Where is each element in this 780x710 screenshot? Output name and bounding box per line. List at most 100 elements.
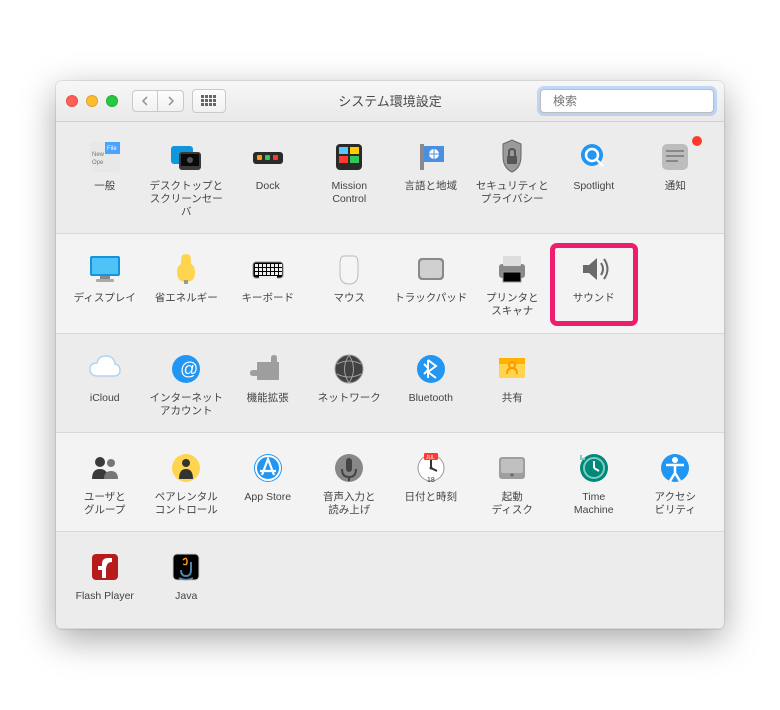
titlebar: システム環境設定 — [56, 81, 724, 122]
trackpad-icon-wrap — [412, 250, 450, 288]
java-icon — [167, 548, 205, 586]
pref-mission[interactable]: MissionControl — [309, 134, 391, 223]
pref-desktop[interactable]: デスクトップとスクリーンセーバ — [146, 134, 228, 223]
printer-icon-wrap — [493, 250, 531, 288]
search-field[interactable] — [540, 89, 714, 113]
badge — [692, 136, 702, 146]
pref-label: 音声入力と読み上げ — [323, 491, 376, 517]
pref-label: iCloud — [90, 392, 120, 416]
icloud-icon-wrap — [86, 350, 124, 388]
tm-icon-wrap — [575, 449, 613, 487]
icloud-icon — [86, 350, 124, 388]
network-icon-wrap — [330, 350, 368, 388]
pref-label: サウンド — [573, 292, 615, 316]
pref-startup[interactable]: 起動ディスク — [472, 445, 554, 521]
pref-label: 起動ディスク — [492, 491, 533, 517]
pref-label: ペアレンタルコントロール — [155, 491, 218, 517]
pref-bluetooth[interactable]: Bluetooth — [390, 346, 472, 422]
pref-label: Spotlight — [573, 180, 614, 204]
startup-icon — [493, 449, 531, 487]
back-button[interactable] — [132, 90, 158, 112]
pref-users[interactable]: ユーザとグループ — [64, 445, 146, 521]
pref-label: 通知 — [665, 180, 686, 204]
window-controls — [66, 95, 118, 107]
pref-printer[interactable]: プリンタとスキャナ — [472, 246, 554, 322]
display-icon-wrap — [86, 250, 124, 288]
notify-icon-wrap — [656, 138, 694, 176]
minimize-button[interactable] — [86, 95, 98, 107]
pref-spotlight[interactable]: Spotlight — [553, 134, 635, 223]
pref-notify[interactable]: 通知 — [635, 134, 717, 223]
pref-flash[interactable]: Flash Player — [64, 544, 146, 618]
pref-network[interactable]: ネットワーク — [309, 346, 391, 422]
pref-sound[interactable]: サウンド — [553, 246, 635, 322]
pref-label: 共有 — [502, 392, 523, 416]
pref-display[interactable]: ディスプレイ — [64, 246, 146, 322]
pref-keyboard[interactable]: キーボード — [227, 246, 309, 322]
bluetooth-icon-wrap — [412, 350, 450, 388]
pref-icloud[interactable]: iCloud — [64, 346, 146, 422]
pref-label: Java — [175, 590, 197, 614]
trackpad-icon — [412, 250, 450, 288]
pref-label: ユーザとグループ — [84, 491, 126, 517]
pref-security[interactable]: セキュリティとプライバシー — [472, 134, 554, 223]
java-icon-wrap — [167, 548, 205, 586]
mission-icon-wrap — [330, 138, 368, 176]
lang-icon — [412, 138, 450, 176]
zoom-button[interactable] — [106, 95, 118, 107]
pref-label: 一般 — [94, 180, 115, 204]
flash-icon-wrap — [86, 548, 124, 586]
appstore-icon-wrap — [249, 449, 287, 487]
close-button[interactable] — [66, 95, 78, 107]
pref-appstore[interactable]: App Store — [227, 445, 309, 521]
spotlight-icon-wrap — [575, 138, 613, 176]
internet-icon-wrap: @ — [167, 350, 205, 388]
pref-label: Flash Player — [76, 590, 134, 614]
energy-icon — [167, 250, 205, 288]
dictation-icon-wrap — [330, 449, 368, 487]
search-input[interactable] — [551, 93, 710, 109]
pref-label: マウス — [334, 292, 366, 316]
system-preferences-window: システム環境設定 FileNewOpe一般デスクトップとスクリーンセーバDock… — [56, 81, 724, 629]
flash-icon — [86, 548, 124, 586]
pref-label: 省エネルギー — [155, 292, 218, 316]
pref-dock[interactable]: Dock — [227, 134, 309, 223]
pref-java[interactable]: Java — [146, 544, 228, 618]
pref-trackpad[interactable]: トラックパッド — [390, 246, 472, 322]
pref-tm[interactable]: TimeMachine — [553, 445, 635, 521]
users-icon-wrap — [86, 449, 124, 487]
datetime-icon: JUL18 — [412, 449, 450, 487]
pref-label: 言語と地域 — [405, 180, 458, 204]
pref-datetime[interactable]: JUL18日付と時刻 — [390, 445, 472, 521]
pref-internet[interactable]: @ インターネットアカウント — [146, 346, 228, 422]
security-icon — [493, 138, 531, 176]
pref-dictation[interactable]: 音声入力と読み上げ — [309, 445, 391, 521]
pref-mouse[interactable]: マウス — [309, 246, 391, 322]
dock-icon — [249, 138, 287, 176]
pref-general[interactable]: FileNewOpe一般 — [64, 134, 146, 223]
parental-icon-wrap — [167, 449, 205, 487]
desktop-icon — [167, 138, 205, 176]
show-all-button[interactable] — [192, 89, 226, 113]
pref-a11y[interactable]: アクセシビリティ — [635, 445, 717, 521]
pref-label: ネットワーク — [318, 392, 381, 416]
pref-label: MissionControl — [331, 180, 367, 206]
pref-label: セキュリティとプライバシー — [476, 180, 549, 206]
pref-label: TimeMachine — [574, 491, 614, 517]
pref-parental[interactable]: ペアレンタルコントロール — [146, 445, 228, 521]
desktop-icon-wrap — [167, 138, 205, 176]
pref-label: プリンタとスキャナ — [486, 292, 539, 318]
ext-icon-wrap — [249, 350, 287, 388]
pref-label: インターネットアカウント — [150, 392, 224, 418]
security-icon-wrap — [493, 138, 531, 176]
pref-ext[interactable]: 機能拡張 — [227, 346, 309, 422]
pref-sharing[interactable]: 共有 — [472, 346, 554, 422]
forward-button[interactable] — [158, 90, 184, 112]
svg-text:Ope: Ope — [92, 160, 104, 166]
pref-label: Dock — [256, 180, 280, 204]
svg-text:File: File — [107, 146, 117, 152]
pref-lang[interactable]: 言語と地域 — [390, 134, 472, 223]
tm-icon — [575, 449, 613, 487]
notify-icon — [656, 138, 694, 176]
pref-energy[interactable]: 省エネルギー — [146, 246, 228, 322]
